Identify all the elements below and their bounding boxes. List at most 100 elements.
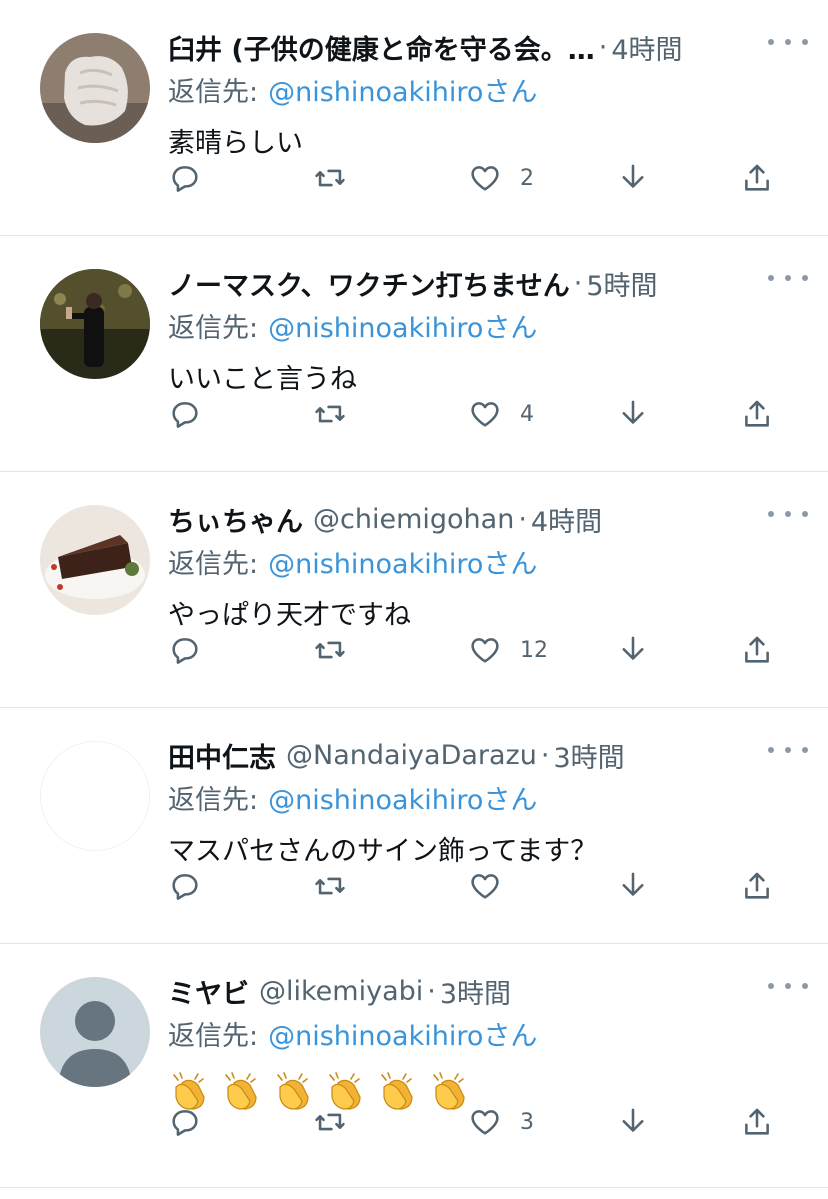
heart-icon: [471, 402, 499, 427]
display-name[interactable]: 田中仁志: [168, 736, 276, 775]
reply-icon: [172, 166, 198, 192]
display-name[interactable]: 臼井 (子供の健康と命を守る会。…: [168, 28, 595, 67]
reply-mention[interactable]: @nishinoakihiroさん: [268, 77, 537, 108]
like-button[interactable]: 4: [468, 394, 534, 434]
tweet-item[interactable]: 田中仁志 @NandaiyaDarazu · 3時間 返信先: @nishinoa…: [0, 708, 828, 944]
retweet-button[interactable]: [313, 158, 347, 198]
reply-button[interactable]: [168, 866, 202, 906]
display-name[interactable]: ミヤビ: [168, 972, 249, 1011]
timestamp[interactable]: 5時間: [586, 264, 657, 303]
share-icon: [745, 872, 769, 899]
separator-dot: ·: [518, 503, 527, 535]
timestamp[interactable]: 4時間: [611, 28, 682, 67]
share-button[interactable]: [740, 394, 774, 434]
retweet-button[interactable]: [313, 630, 347, 670]
tweet-header: ノーマスク、ワクチン打ちません · 5時間: [168, 260, 748, 306]
tweet-header: ちぃちゃん @chiemigohan · 4時間: [168, 496, 748, 542]
reply-prefix: 返信先:: [168, 313, 259, 344]
download-icon: [622, 872, 644, 896]
reply-button[interactable]: [168, 158, 202, 198]
share-button[interactable]: [740, 158, 774, 198]
action-bar: 4: [168, 394, 808, 434]
retweet-button[interactable]: [313, 866, 347, 906]
action-bar: [168, 866, 808, 906]
retweet-button[interactable]: [313, 1102, 347, 1142]
reply-icon: [172, 402, 198, 428]
reply-prefix: 返信先:: [168, 549, 259, 580]
download-icon: [622, 1108, 644, 1132]
reply-prefix: 返信先:: [168, 785, 259, 816]
action-bar: 12: [168, 630, 808, 670]
reply-to: 返信先: @nishinoakihiroさん: [168, 306, 808, 352]
tweet-item[interactable]: 臼井 (子供の健康と命を守る会。… · 4時間 返信先: @nishinoakih…: [0, 0, 828, 236]
heart-icon: [471, 166, 499, 191]
download-button[interactable]: [616, 630, 650, 670]
tweet-item[interactable]: ミヤビ @likemiyabi · 3時間 返信先: @nishinoakihir…: [0, 944, 828, 1188]
like-button[interactable]: 3: [468, 1102, 534, 1142]
heart-icon: [471, 638, 499, 663]
reply-prefix: 返信先:: [168, 77, 259, 108]
reply-to: 返信先: @nishinoakihiroさん: [168, 778, 808, 824]
download-icon: [622, 400, 644, 424]
display-name[interactable]: ノーマスク、ワクチン打ちません: [168, 264, 570, 303]
reply-to: 返信先: @nishinoakihiroさん: [168, 542, 808, 588]
download-button[interactable]: [616, 158, 650, 198]
reply-mention[interactable]: @nishinoakihiroさん: [268, 1021, 537, 1052]
tweet-item[interactable]: ノーマスク、ワクチン打ちません · 5時間 返信先: @nishinoakihir…: [0, 236, 828, 472]
retweet-button[interactable]: [313, 394, 347, 434]
timestamp[interactable]: 3時間: [553, 736, 624, 775]
avatar[interactable]: [40, 741, 150, 851]
download-button[interactable]: [616, 1102, 650, 1142]
tweet-item[interactable]: ちぃちゃん @chiemigohan · 4時間 返信先: @nishinoaki…: [0, 472, 828, 708]
avatar[interactable]: [40, 505, 150, 615]
reply-button[interactable]: [168, 630, 202, 670]
heart-icon: [471, 874, 499, 899]
separator-dot: ·: [573, 267, 583, 299]
like-button[interactable]: [468, 866, 520, 906]
like-button[interactable]: 12: [468, 630, 548, 670]
like-count: 3: [520, 1109, 534, 1135]
reply-button[interactable]: [168, 1102, 202, 1142]
reply-mention[interactable]: @nishinoakihiroさん: [268, 549, 537, 580]
retweet-icon: [315, 1113, 345, 1131]
reply-to: 返信先: @nishinoakihiroさん: [168, 1014, 808, 1060]
display-name[interactable]: ちぃちゃん: [168, 500, 303, 539]
share-icon: [745, 400, 769, 427]
download-icon: [622, 636, 644, 660]
user-handle[interactable]: @chiemigohan: [313, 504, 514, 535]
user-handle[interactable]: @likemiyabi: [259, 976, 423, 1007]
reply-prefix: 返信先:: [168, 1021, 259, 1052]
like-count: 12: [520, 637, 548, 663]
timestamp[interactable]: 4時間: [531, 500, 602, 539]
share-button[interactable]: [740, 630, 774, 670]
retweet-icon: [315, 405, 345, 423]
reply-icon: [172, 1110, 198, 1136]
like-count: 4: [520, 401, 534, 427]
avatar[interactable]: [40, 977, 150, 1087]
share-button[interactable]: [740, 1102, 774, 1142]
separator-dot: ·: [540, 739, 550, 771]
download-button[interactable]: [616, 866, 650, 906]
retweet-icon: [315, 169, 345, 187]
reply-mention[interactable]: @nishinoakihiroさん: [268, 785, 537, 816]
tweet-header: ミヤビ @likemiyabi · 3時間: [168, 968, 748, 1014]
share-icon: [745, 164, 769, 191]
reply-icon: [172, 874, 198, 900]
avatar[interactable]: [40, 269, 150, 379]
tweet-header: 臼井 (子供の健康と命を守る会。… · 4時間: [168, 24, 748, 70]
avatar[interactable]: [40, 33, 150, 143]
reply-mention[interactable]: @nishinoakihiroさん: [268, 313, 537, 344]
share-icon: [745, 636, 769, 663]
like-count: 2: [520, 165, 534, 191]
reply-button[interactable]: [168, 394, 202, 434]
separator-dot: ·: [598, 31, 608, 63]
action-bar: 2: [168, 158, 808, 198]
like-button[interactable]: 2: [468, 158, 534, 198]
download-button[interactable]: [616, 394, 650, 434]
share-button[interactable]: [740, 866, 774, 906]
share-icon: [745, 1108, 769, 1135]
tweet-header: 田中仁志 @NandaiyaDarazu · 3時間: [168, 732, 748, 778]
timestamp[interactable]: 3時間: [440, 972, 511, 1011]
download-icon: [622, 164, 644, 188]
user-handle[interactable]: @NandaiyaDarazu: [286, 740, 537, 771]
